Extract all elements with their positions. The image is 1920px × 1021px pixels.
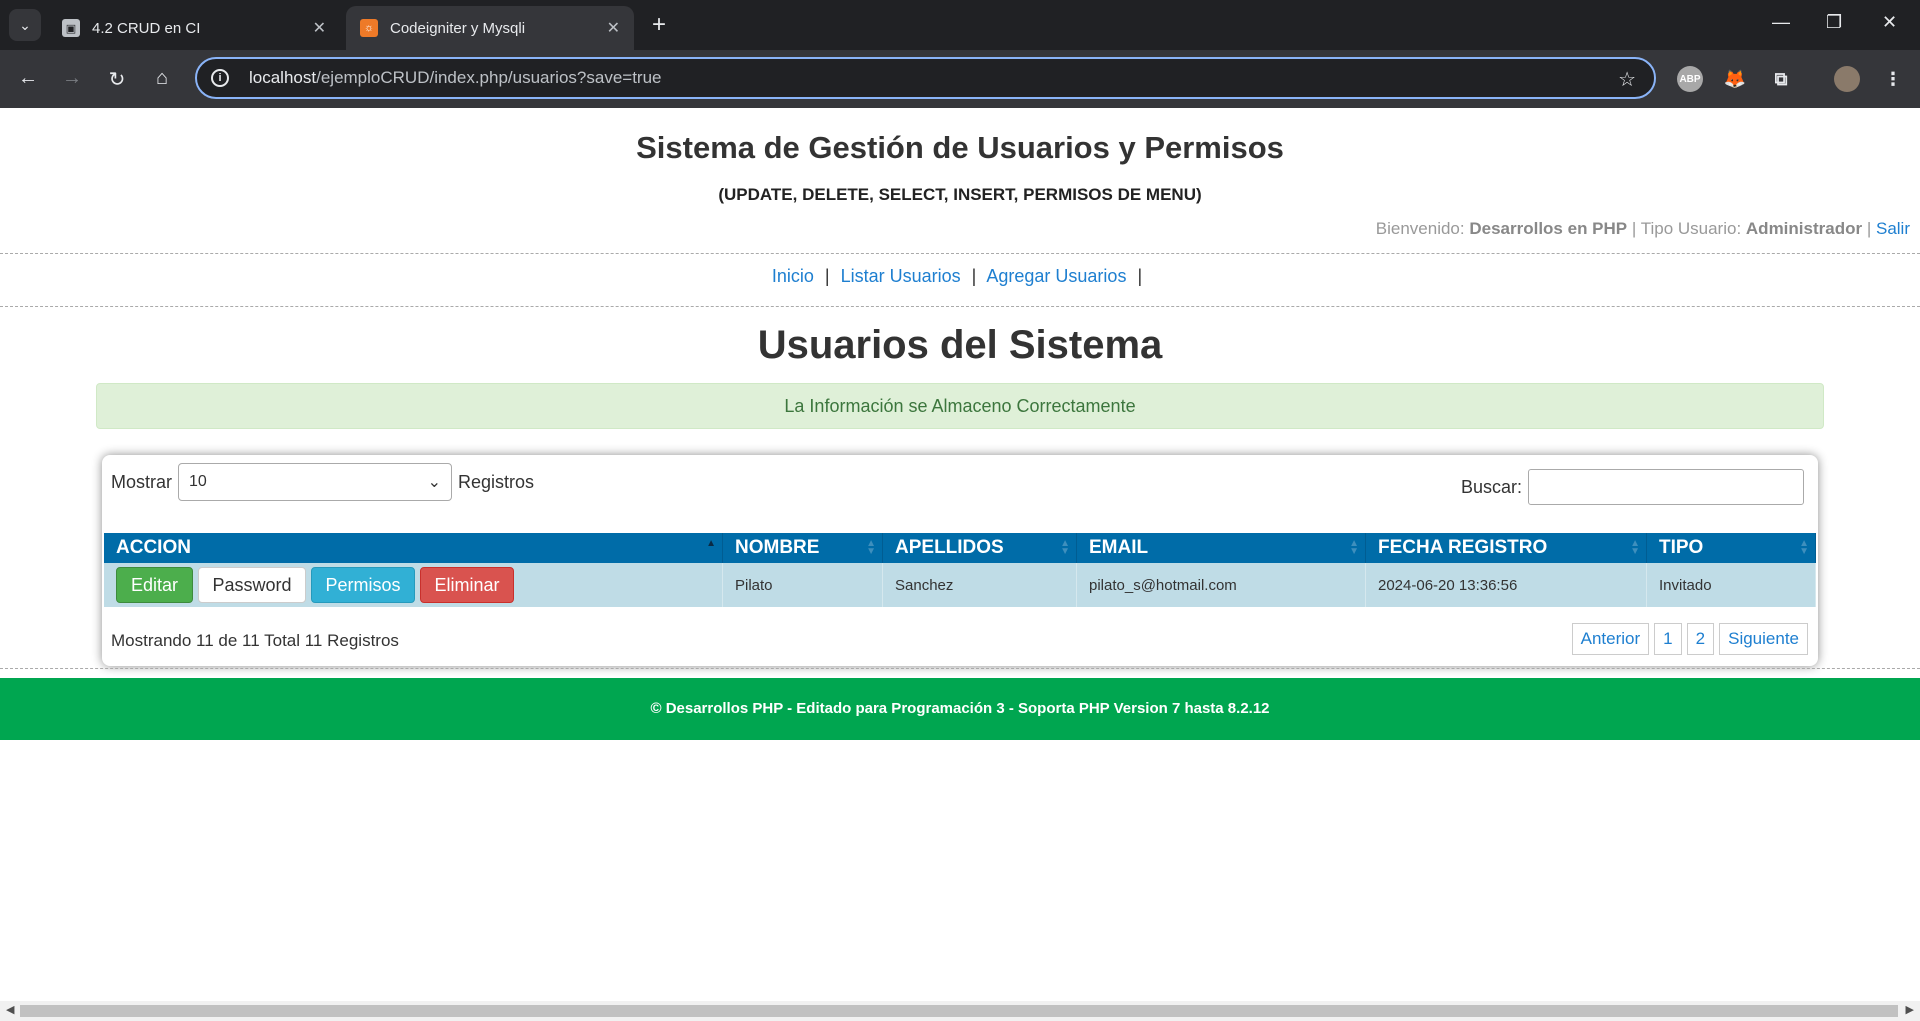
browser-tab-2[interactable]: ☼ Codeigniter y Mysqli ✕ — [346, 6, 634, 50]
adblock-extension-icon[interactable]: ABP — [1677, 66, 1703, 92]
cell-fecha: 2024-06-20 13:36:56 — [1366, 563, 1647, 607]
url-host: localhost — [249, 68, 317, 87]
divider — [0, 668, 1920, 669]
page-content: Sistema de Gestión de Usuarios y Permiso… — [0, 108, 1920, 1001]
new-tab-plus-icon[interactable]: + — [652, 11, 666, 39]
user-type: Administrador — [1745, 219, 1863, 238]
user-name: Desarrollos en PHP — [1469, 219, 1628, 238]
menu-inicio[interactable]: Inicio — [772, 266, 814, 286]
window-close-icon[interactable]: ✕ — [1882, 12, 1897, 33]
site-title: Sistema de Gestión de Usuarios y Permiso… — [636, 130, 1284, 165]
close-icon[interactable]: ✕ — [305, 18, 326, 38]
forward-arrow-icon[interactable]: → — [60, 67, 84, 90]
profile-avatar[interactable] — [1834, 66, 1860, 92]
sort-icon: ▲ ▼ — [866, 538, 876, 557]
horizontal-scrollbar[interactable]: ◀ ▶ — [0, 1001, 1920, 1021]
chevron-down-icon: ⌄ — [19, 16, 31, 33]
site-subtitle: (UPDATE, DELETE, SELECT, INSERT, PERMISO… — [718, 185, 1202, 204]
next-page-button[interactable]: Siguiente — [1719, 623, 1808, 655]
minimize-icon[interactable]: — — [1772, 12, 1790, 33]
table-summary: Mostrando 11 de 11 Total 11 Registros — [111, 631, 399, 650]
scroll-left-icon[interactable]: ◀ — [6, 1003, 14, 1016]
browser-tabstrip: ⌄ ▣ 4.2 CRUD en CI ✕ ☼ Codeigniter y Mys… — [0, 0, 1920, 50]
cell-apellidos: Sanchez — [883, 563, 1077, 607]
address-bar[interactable]: i localhost/ejemploCRUD/index.php/usuari… — [195, 57, 1656, 99]
close-icon[interactable]: ✕ — [599, 18, 620, 38]
browser-tab-1[interactable]: ▣ 4.2 CRUD en CI ✕ — [48, 6, 340, 50]
table-row: Editar Password Permisos Eliminar Pilato… — [104, 563, 1816, 607]
home-icon[interactable]: ⌂ — [150, 67, 174, 90]
col-header-tipo[interactable]: TIPO ▲ ▼ — [1647, 533, 1816, 563]
sort-asc-icon: ▲ — [706, 538, 716, 549]
logout-link[interactable]: Salir — [1876, 219, 1910, 238]
tab-title: Codeigniter y Mysqli — [390, 19, 526, 37]
users-table: ACCION ▲ NOMBRE ▲ ▼ APELLIDOS ▲ ▼ EMAIL ▲ ▼ FEC… — [104, 533, 1816, 607]
cell-email: pilato_s@hotmail.com — [1077, 563, 1366, 607]
col-header-nombre[interactable]: NOMBRE ▲ ▼ — [723, 533, 883, 563]
tab-title: 4.2 CRUD en CI — [92, 19, 201, 37]
row-actions: Editar Password Permisos Eliminar — [104, 563, 723, 607]
scrollbar-thumb[interactable] — [20, 1005, 1898, 1017]
site-info-icon[interactable]: i — [211, 69, 229, 87]
permissions-button[interactable]: Permisos — [311, 567, 415, 603]
more-menu-icon[interactable]: ⋮ — [1880, 66, 1906, 92]
col-header-accion[interactable]: ACCION ▲ — [104, 533, 723, 563]
codeigniter-icon: ☼ — [360, 19, 378, 37]
main-menu: Inicio | Listar Usuarios | Agregar Usuar… — [771, 266, 1143, 286]
divider — [0, 253, 1920, 254]
menu-listar-usuarios[interactable]: Listar Usuarios — [841, 266, 961, 286]
metamask-fox-icon[interactable]: 🦊 — [1722, 66, 1748, 92]
site-footer: © Desarrollos PHP - Editado para Program… — [0, 678, 1920, 740]
delete-button[interactable]: Eliminar — [420, 567, 514, 603]
sort-icon: ▲ ▼ — [1799, 538, 1809, 557]
url-path: /ejemploCRUD/index.php/usuarios?save=tru… — [316, 68, 662, 87]
sort-icon: ▲ ▼ — [1060, 538, 1070, 557]
scroll-right-icon[interactable]: ▶ — [1906, 1003, 1914, 1016]
back-arrow-icon[interactable]: ← — [16, 67, 40, 90]
prev-page-button[interactable]: Anterior — [1571, 623, 1650, 655]
page-1-button[interactable]: 1 — [1654, 623, 1682, 655]
sort-icon: ▲ ▼ — [1349, 538, 1359, 557]
page-heading: Usuarios del Sistema — [757, 323, 1163, 367]
edit-button[interactable]: Editar — [116, 567, 193, 603]
pagination: Anterior 1 2 Siguiente — [1567, 623, 1808, 655]
col-header-fecha-registro[interactable]: FECHA REGISTRO ▲ ▼ — [1366, 533, 1647, 563]
table-header: ACCION ▲ NOMBRE ▲ ▼ APELLIDOS ▲ ▼ EMAIL ▲ ▼ FEC… — [104, 533, 1816, 563]
cell-nombre: Pilato — [723, 563, 883, 607]
success-alert: La Información se Almaceno Correctamente — [96, 383, 1824, 429]
page-length-control: Mostrar 10 ⌄ Registros — [111, 463, 534, 501]
reload-icon[interactable]: ↻ — [105, 67, 129, 92]
browser-toolbar: ← → ↻ ⌂ i localhost/ejemploCRUD/index.ph… — [0, 50, 1920, 108]
col-header-email[interactable]: EMAIL ▲ ▼ — [1077, 533, 1366, 563]
sort-icon: ▲ ▼ — [1630, 538, 1640, 557]
users-table-panel: Mostrar 10 ⌄ Registros Buscar: ACCION ▲ N… — [102, 455, 1818, 666]
divider — [0, 306, 1920, 307]
col-header-apellidos[interactable]: APELLIDOS ▲ ▼ — [883, 533, 1077, 563]
menu-agregar-usuarios[interactable]: Agregar Usuarios — [986, 266, 1126, 286]
restore-icon[interactable]: ❐ — [1826, 12, 1842, 33]
page-length-select[interactable]: 10 ⌄ — [178, 463, 453, 501]
extensions-puzzle-icon[interactable]: ⧉ — [1768, 66, 1794, 92]
user-account-icon: ▣ — [62, 19, 80, 37]
cell-tipo: Invitado — [1647, 563, 1816, 607]
tab-search-button[interactable]: ⌄ — [9, 9, 41, 41]
table-search: Buscar: — [1461, 469, 1804, 505]
page-2-button[interactable]: 2 — [1686, 623, 1715, 655]
password-button[interactable]: Password — [198, 567, 306, 603]
welcome-bar: Bienvenido: Desarrollos en PHP | Tipo Us… — [1375, 219, 1910, 238]
search-input[interactable] — [1528, 469, 1804, 505]
bookmark-star-icon[interactable]: ☆ — [1618, 67, 1636, 92]
chevron-down-icon: ⌄ — [427, 474, 442, 491]
